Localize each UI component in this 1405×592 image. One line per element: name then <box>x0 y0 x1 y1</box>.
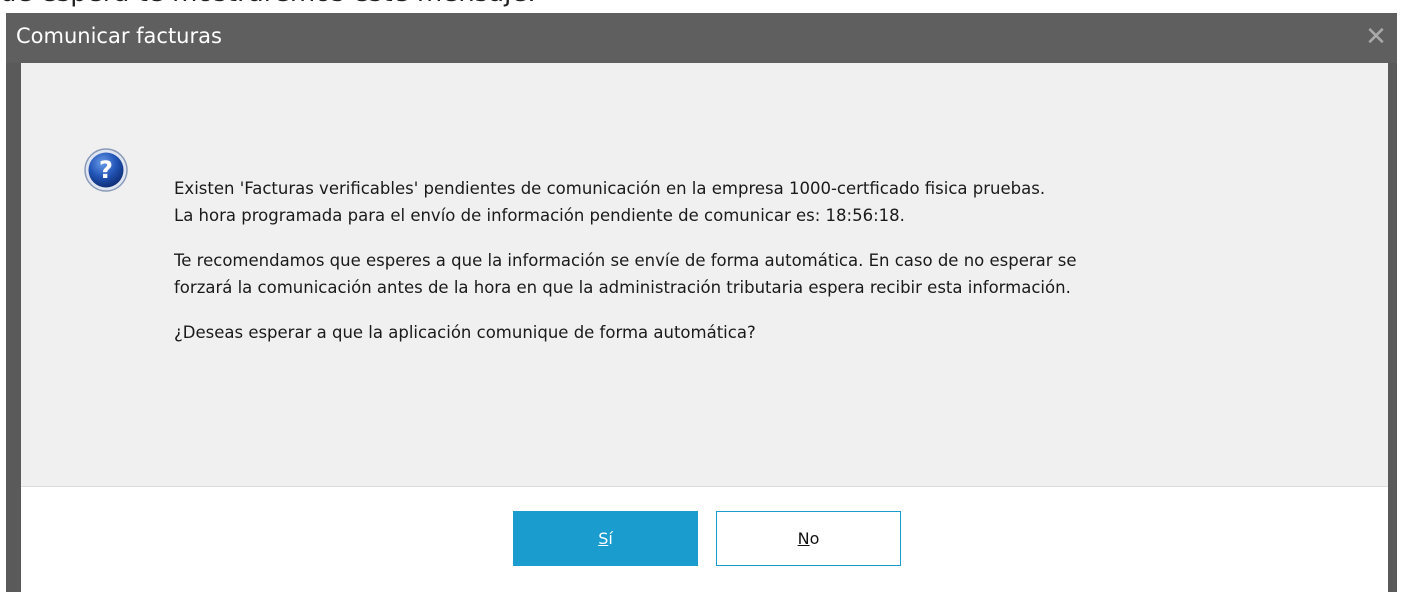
message-line: Te recomendamos que esperes a que la inf… <box>174 251 1077 270</box>
no-button[interactable]: No <box>716 511 901 566</box>
yes-mnemonic: S <box>598 529 609 548</box>
yes-button[interactable]: Sí <box>513 511 698 566</box>
question-icon: ? <box>84 148 128 192</box>
svg-text:?: ? <box>99 156 113 184</box>
message-line: La hora programada para el envío de info… <box>174 206 905 225</box>
message-line: forzará la comunicación antes de la hora… <box>174 278 1071 297</box>
message-line: ¿Deseas esperar a que la aplicación comu… <box>174 323 756 342</box>
yes-label-rest: í <box>608 529 613 548</box>
dialog-title: Comunicar facturas <box>16 24 222 48</box>
dialog-footer: Sí No <box>21 486 1388 592</box>
message-line: Existen 'Facturas verificables' pendient… <box>174 179 1046 198</box>
background-text: de espera te mostraremos este mensaje. <box>0 0 536 8</box>
no-mnemonic: N <box>797 529 810 548</box>
close-icon[interactable]: ✕ <box>1361 22 1391 52</box>
dialog-message: Existen 'Facturas verificables' pendient… <box>174 175 1374 346</box>
dialog-titlebar[interactable]: Comunicar facturas ✕ <box>6 13 1397 63</box>
no-label-rest: o <box>809 529 820 548</box>
dialog-content: ? Existen 'Facturas verificables' pendie… <box>21 63 1388 486</box>
dialog-window: Comunicar facturas ✕ ? Existen 'Facturas… <box>6 13 1397 592</box>
